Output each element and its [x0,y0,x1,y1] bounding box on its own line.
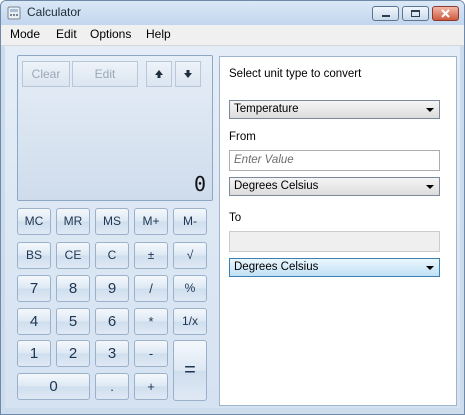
title-bar[interactable]: Calculator [1,1,464,25]
menu-bar: Mode Edit Options Help [1,25,464,46]
ms-button[interactable]: MS [95,208,129,235]
m-plus-button[interactable]: M+ [134,208,168,235]
display-value: 0 [193,172,206,196]
mc-button[interactable]: MC [17,208,51,235]
divide-button[interactable]: / [134,275,168,302]
unit-type-heading: Select unit type to convert [229,68,362,80]
menu-edit[interactable]: Edit [56,27,77,41]
from-value-input[interactable]: Enter Value [229,150,440,171]
to-unit-value: Degrees Celsius [234,261,319,273]
plus-minus-button[interactable]: ± [134,242,168,269]
unit-type-value: Temperature [234,103,299,115]
m-minus-button[interactable]: M- [173,208,207,235]
display-panel: Clear Edit 0 [17,55,213,201]
digit-1-button[interactable]: 1 [17,340,51,367]
menu-mode[interactable]: Mode [10,27,40,41]
window-title: Calculator [27,5,82,19]
add-button[interactable]: + [134,373,168,400]
from-label: From [229,131,256,143]
chevron-down-icon [426,185,434,189]
reciprocal-button[interactable]: 1/x [173,308,207,335]
arrow-down-icon [184,70,192,78]
to-label: To [229,212,242,224]
calculator-window: Calculator Mode Edit Options Help Clear … [0,0,465,415]
digit-8-button[interactable]: 8 [56,275,90,302]
subtract-button[interactable]: - [134,340,168,367]
digit-2-button[interactable]: 2 [56,340,90,367]
sqrt-button[interactable]: √ [173,242,207,269]
from-unit-value: Degrees Celsius [234,180,319,192]
to-unit-select[interactable]: Degrees Celsius [229,258,440,277]
close-icon [441,9,450,18]
multiply-button[interactable]: * [134,308,168,335]
chevron-down-icon [426,266,434,270]
from-unit-select[interactable]: Degrees Celsius [229,177,440,196]
mr-button[interactable]: MR [56,208,90,235]
minimize-button[interactable] [372,6,399,21]
digit-7-button[interactable]: 7 [17,275,51,302]
unit-type-select[interactable]: Temperature [229,100,440,119]
digit-5-button[interactable]: 5 [56,308,90,335]
clear-button[interactable]: Clear [22,61,70,87]
decimal-button[interactable]: . [95,373,129,400]
maximize-icon [411,10,420,17]
unit-conversion-panel: Select unit type to convert Temperature … [219,56,457,406]
calculator-app-icon [7,6,21,20]
c-button[interactable]: C [95,242,129,269]
digit-9-button[interactable]: 9 [95,275,129,302]
clear-entry-button[interactable]: CE [56,242,90,269]
to-value-field [229,231,440,252]
arrow-up-icon [155,70,163,78]
calculator-body: Clear Edit 0 MC MR MS M+ M- BS CE C ± √ … [5,46,460,408]
backspace-button[interactable]: BS [17,242,51,269]
close-button[interactable] [432,6,459,21]
digit-4-button[interactable]: 4 [17,308,51,335]
edit-button[interactable]: Edit [72,61,138,87]
chevron-down-icon [426,108,434,112]
history-up-button[interactable] [146,61,172,87]
maximize-button[interactable] [402,6,429,21]
equals-button[interactable]: = [173,340,207,401]
history-down-button[interactable] [175,61,201,87]
digit-3-button[interactable]: 3 [95,340,129,367]
menu-help[interactable]: Help [146,27,171,41]
percent-button[interactable]: % [173,275,207,302]
minimize-icon [382,15,390,17]
digit-0-button[interactable]: 0 [17,373,90,400]
digit-6-button[interactable]: 6 [95,308,129,335]
menu-options[interactable]: Options [90,27,131,41]
